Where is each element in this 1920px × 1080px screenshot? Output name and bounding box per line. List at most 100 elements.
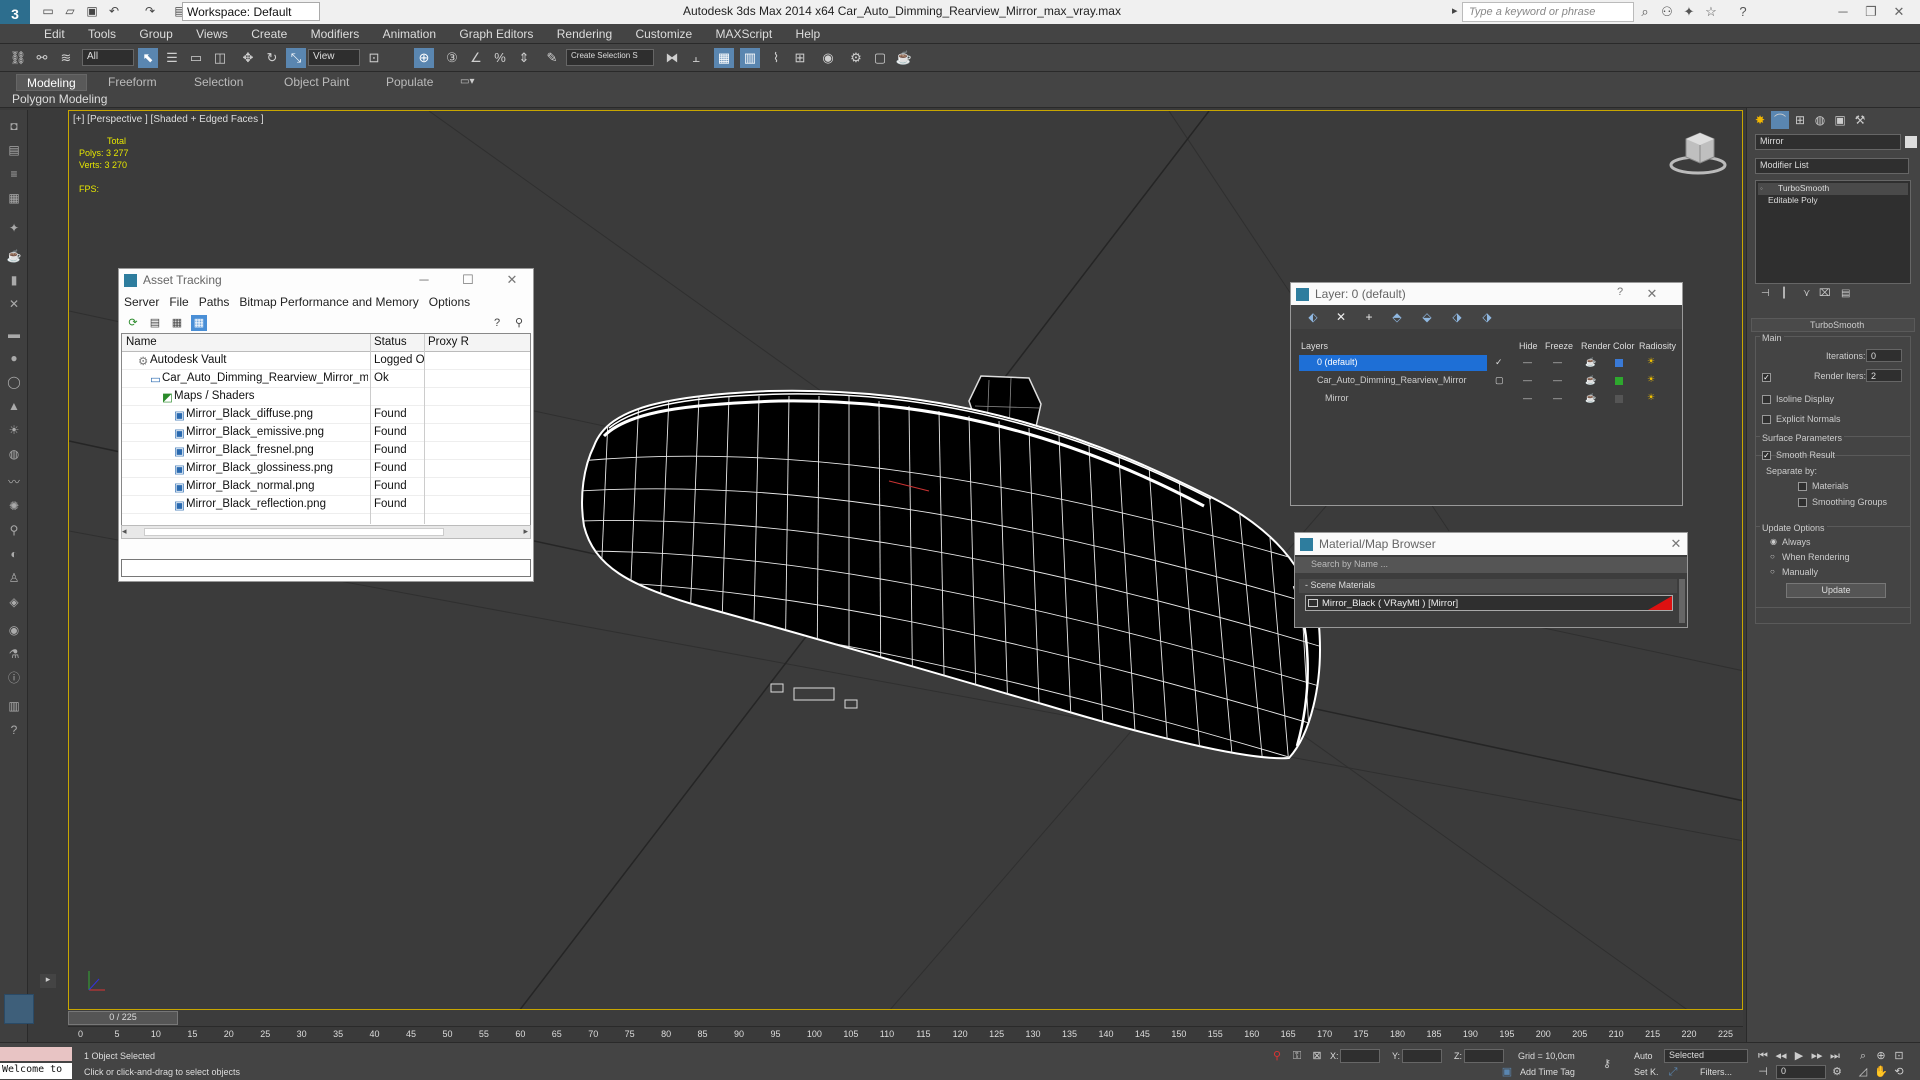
rendered-frame-window-icon[interactable]: ▢ xyxy=(870,48,890,68)
key-icon[interactable]: ⚷ xyxy=(1600,1057,1614,1071)
biped-icon[interactable]: ♙ xyxy=(4,568,24,588)
close-icon[interactable]: ✕ xyxy=(503,272,521,288)
table-row[interactable]: ▣ Mirror_Black_normal.png Found xyxy=(122,478,530,496)
material-map-browser-window[interactable]: Material/Map Browser ✕ Search by Name ..… xyxy=(1294,532,1688,628)
cone-icon[interactable]: ▲ xyxy=(4,396,24,416)
object-name-field[interactable]: Mirror xyxy=(1755,134,1901,150)
orbit-icon[interactable]: ⟲ xyxy=(1892,1065,1906,1079)
menu-bitmap-performance[interactable]: Bitmap Performance and Memory xyxy=(234,294,423,310)
pin-stack-icon[interactable]: ⊣ xyxy=(1761,288,1770,299)
stack-item-turbosmooth[interactable]: TurboSmooth xyxy=(1758,183,1908,195)
render-setup-icon[interactable]: ⚙ xyxy=(846,48,866,68)
menu-graph-editors[interactable]: Graph Editors xyxy=(449,24,543,44)
scene-materials-group[interactable]: - Scene Materials xyxy=(1299,579,1677,593)
select-object-icon[interactable]: ⬉ xyxy=(138,48,158,68)
layer-color-swatch[interactable] xyxy=(1615,395,1623,403)
z-coordinate-field[interactable] xyxy=(1464,1049,1504,1063)
scroll-left-icon[interactable]: ◂ xyxy=(122,526,127,537)
material-browser-titlebar[interactable]: Material/Map Browser ✕ xyxy=(1295,533,1687,555)
menu-group[interactable]: Group xyxy=(129,24,182,44)
info-icon[interactable]: ⓘ xyxy=(4,668,24,688)
layer-manager-icon[interactable]: ▦ xyxy=(714,48,734,68)
freeze-all-icon[interactable]: ⬗ xyxy=(1479,309,1495,325)
mirror-wireframe-model[interactable] xyxy=(549,366,1349,866)
refresh-icon[interactable]: ⟳ xyxy=(125,315,141,331)
menu-paths[interactable]: Paths xyxy=(194,294,235,310)
column-color[interactable]: Color xyxy=(1613,341,1635,351)
spinner-snap-icon[interactable]: ⇕ xyxy=(514,48,534,68)
motion-tab-icon[interactable]: ◍ xyxy=(1811,111,1829,129)
menu-create[interactable]: Create xyxy=(241,24,297,44)
freeze-toggle[interactable]: — xyxy=(1553,357,1562,367)
auto-key-button[interactable]: Auto xyxy=(1634,1051,1653,1061)
camera-icon[interactable]: ◘ xyxy=(4,116,24,136)
maximize-icon[interactable]: ❐ xyxy=(1858,2,1884,22)
table-row[interactable]: ▣ Mirror_Black_emissive.png Found xyxy=(122,424,530,442)
column-layers[interactable]: Layers xyxy=(1301,341,1328,351)
radiosity-icon[interactable]: ☀ xyxy=(1647,356,1655,367)
save-icon[interactable]: ▣ xyxy=(84,3,100,19)
expand-track-icon[interactable]: ▸ xyxy=(40,974,56,988)
show-end-result-icon[interactable]: ┃ xyxy=(1781,288,1787,299)
search-input[interactable]: Type a keyword or phrase xyxy=(1462,2,1634,22)
hierarchy-tab-icon[interactable]: ⊞ xyxy=(1791,111,1809,129)
column-name[interactable]: Name xyxy=(126,336,157,348)
absolute-mode-icon[interactable]: ⊠ xyxy=(1310,1049,1324,1063)
tab-object-paint[interactable]: Object Paint xyxy=(274,74,359,91)
layer-name[interactable]: Mirror xyxy=(1299,391,1487,407)
layer-row[interactable]: 0 (default) ✓ — — ☕ ☀ xyxy=(1299,355,1676,373)
add-time-tag[interactable]: Add Time Tag xyxy=(1520,1067,1575,1077)
x-coordinate-field[interactable] xyxy=(1340,1049,1380,1063)
table-view-icon[interactable]: ▦ xyxy=(169,315,185,331)
asset-tracking-window[interactable]: Asset Tracking ─ ☐ ✕ Server File Paths Bitm… xyxy=(118,268,534,582)
go-to-end-icon[interactable]: ⏭ xyxy=(1828,1049,1842,1063)
menu-help[interactable]: Help xyxy=(786,24,831,44)
configure-modifier-sets-icon[interactable]: ▤ xyxy=(1841,288,1850,299)
hide-toggle[interactable]: — xyxy=(1523,393,1532,403)
object-color-swatch[interactable] xyxy=(1905,136,1917,148)
material-search-input[interactable]: Search by Name ... xyxy=(1295,557,1687,573)
help-icon[interactable]: ? xyxy=(1734,3,1752,21)
table-row[interactable]: ▣ Mirror_Black_reflection.png Found xyxy=(122,496,530,514)
bind-space-warp-icon[interactable]: ≋ xyxy=(56,48,76,68)
lock-icon[interactable]: ⚿ xyxy=(1290,1049,1304,1063)
box-icon[interactable]: ▬ xyxy=(4,324,24,344)
redo-icon[interactable]: ↷ xyxy=(142,3,158,19)
table-row[interactable]: ⚙Autodesk Vault Logged O... xyxy=(122,352,530,370)
menu-customize[interactable]: Customize xyxy=(625,24,702,44)
hide-all-icon[interactable]: ⬗ xyxy=(1449,309,1465,325)
freeze-toggle[interactable]: — xyxy=(1553,375,1562,385)
ribbon-panel-polygon-modeling[interactable]: Polygon Modeling xyxy=(12,92,107,106)
layer-name[interactable]: 0 (default) xyxy=(1299,355,1487,371)
scroll-right-icon[interactable]: ▸ xyxy=(523,526,528,537)
column-proxy[interactable]: Proxy R xyxy=(428,336,469,348)
close-icon[interactable]: ✕ xyxy=(1643,286,1661,302)
settings-icon[interactable]: ▥ xyxy=(4,696,24,716)
add-to-layer-icon[interactable]: + xyxy=(1361,309,1377,325)
close-icon[interactable]: ✕ xyxy=(1886,2,1912,22)
percent-snap-icon[interactable]: % xyxy=(490,48,510,68)
materials-checkbox[interactable] xyxy=(1798,482,1807,491)
column-hide[interactable]: Hide xyxy=(1519,341,1538,351)
highlight-layer-icon[interactable]: ⬙ xyxy=(1419,309,1435,325)
iterations-spinner[interactable]: 0 xyxy=(1866,349,1902,362)
mini-curve-editor-toggle[interactable] xyxy=(4,994,34,1024)
render-iters-checkbox[interactable]: ✓ xyxy=(1762,373,1771,382)
modify-tab-icon[interactable]: ⌒ xyxy=(1771,111,1789,129)
layer-manager-titlebar[interactable]: Layer: 0 (default) ? ✕ xyxy=(1291,283,1682,305)
menu-edit[interactable]: Edit xyxy=(34,24,75,44)
pan-icon[interactable]: ✋ xyxy=(1874,1065,1888,1079)
move-icon[interactable]: ✥ xyxy=(238,48,258,68)
menu-animation[interactable]: Animation xyxy=(373,24,446,44)
column-radiosity[interactable]: Radiosity xyxy=(1639,341,1676,351)
render-iters-spinner[interactable]: 2 xyxy=(1866,369,1902,382)
always-radio[interactable]: ◉ xyxy=(1770,537,1777,546)
viewcube-icon[interactable] xyxy=(1668,129,1728,175)
layer-row[interactable]: Mirror — — ☕ ☀ xyxy=(1299,391,1676,409)
material-item[interactable]: Mirror_Black ( VRayMtl ) [Mirror] xyxy=(1305,595,1673,611)
maxscript-listener-mini[interactable] xyxy=(0,1047,72,1061)
selection-filter-dropdown[interactable]: All xyxy=(82,49,134,66)
subscription-icon[interactable]: ⚇ xyxy=(1658,3,1676,21)
modifier-list-dropdown[interactable]: Modifier List xyxy=(1755,158,1909,174)
globe-icon[interactable]: ◐ xyxy=(4,544,24,564)
